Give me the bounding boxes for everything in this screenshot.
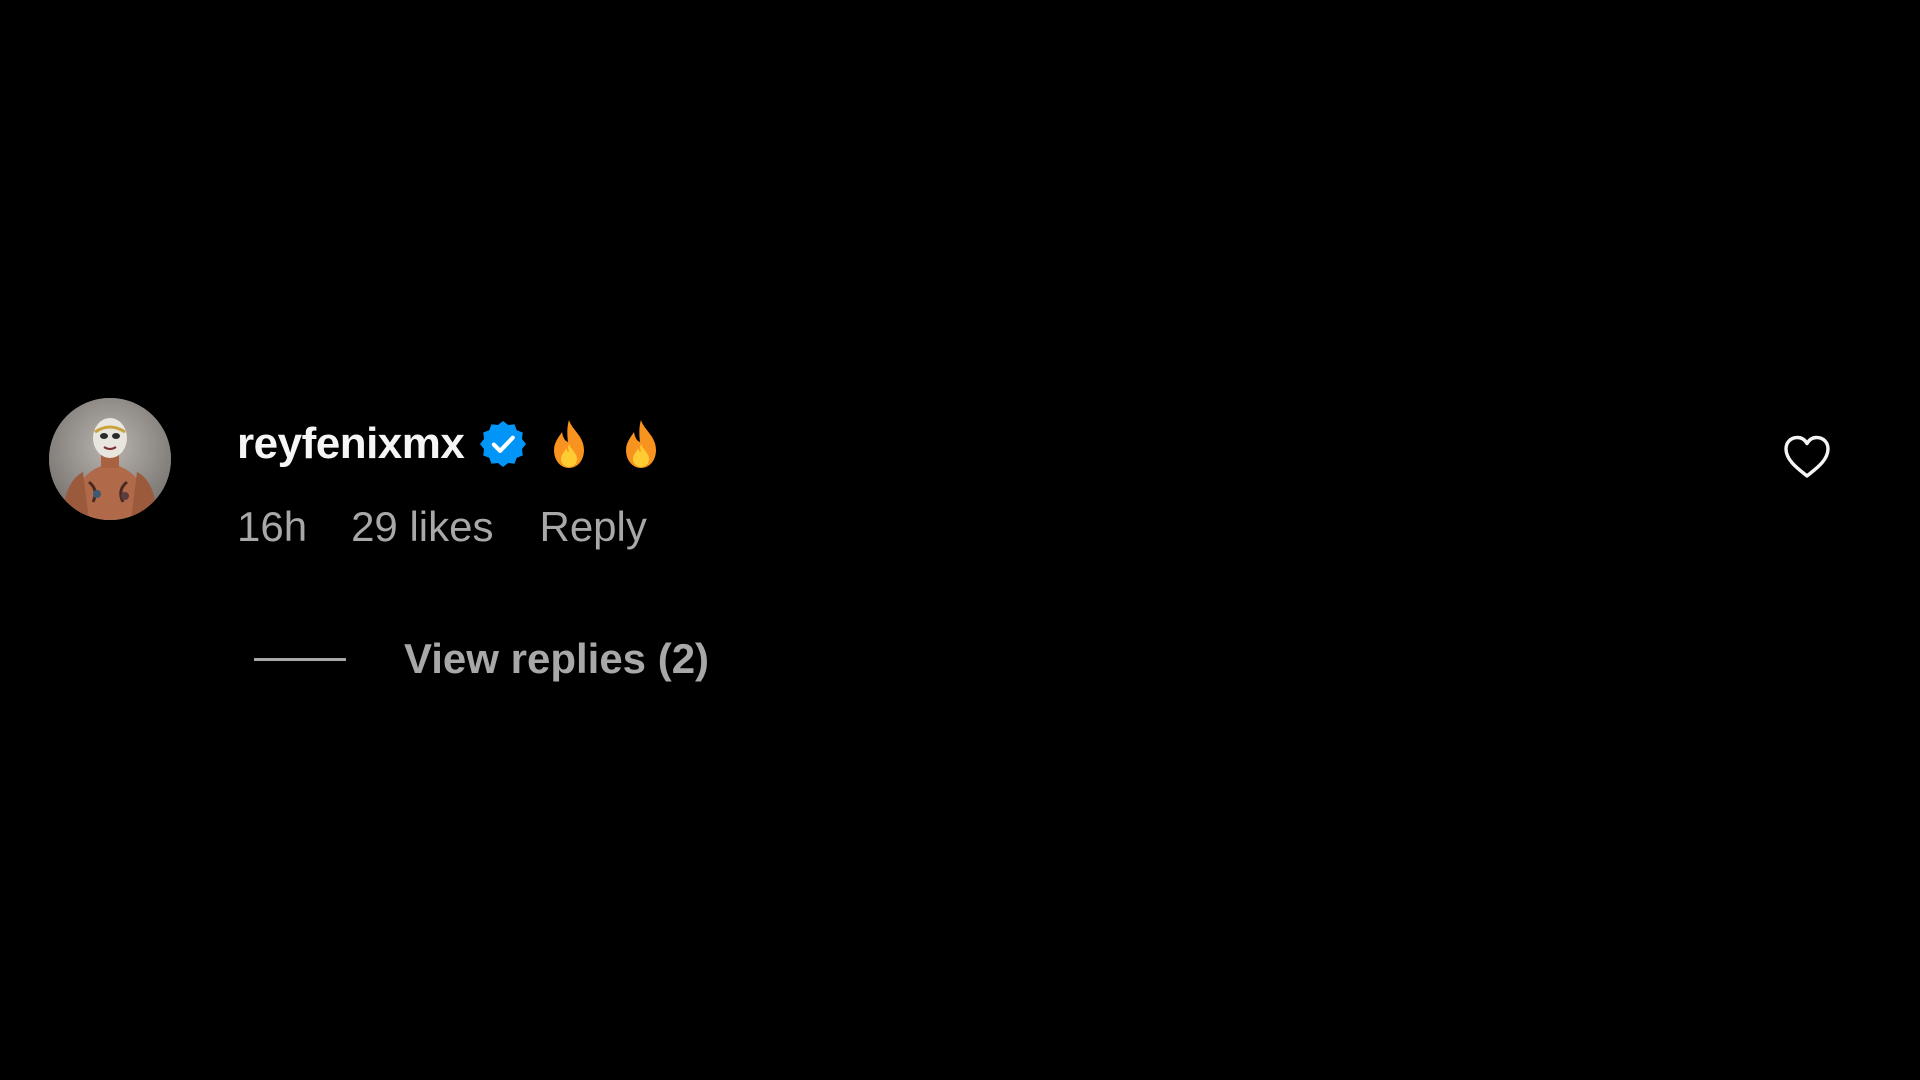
comment-timestamp: 16h: [237, 503, 308, 550]
replies-divider: [254, 657, 346, 661]
comment-text: [546, 418, 664, 470]
heart-icon[interactable]: [1782, 434, 1832, 480]
comment-item: reyfenixmx 16h 29 likes Reply View repli…: [49, 398, 1869, 698]
view-replies-label: View replies (2): [404, 635, 710, 682]
verified-badge-icon: [480, 421, 527, 467]
fire-icon: [546, 418, 592, 470]
avatar-image: [49, 398, 171, 520]
comment-screen: reyfenixmx 16h 29 likes Reply View repli…: [0, 0, 1920, 1080]
fire-icon: [618, 418, 664, 470]
likes-count-link[interactable]: 29 likes: [351, 503, 493, 551]
username-link[interactable]: reyfenixmx: [237, 419, 465, 469]
comment-header: reyfenixmx: [237, 414, 664, 474]
avatar[interactable]: [49, 398, 171, 520]
view-replies-button[interactable]: View replies (2): [254, 634, 709, 684]
reply-button[interactable]: Reply: [539, 503, 646, 551]
comment-meta: 16h 29 likes Reply: [237, 502, 647, 552]
